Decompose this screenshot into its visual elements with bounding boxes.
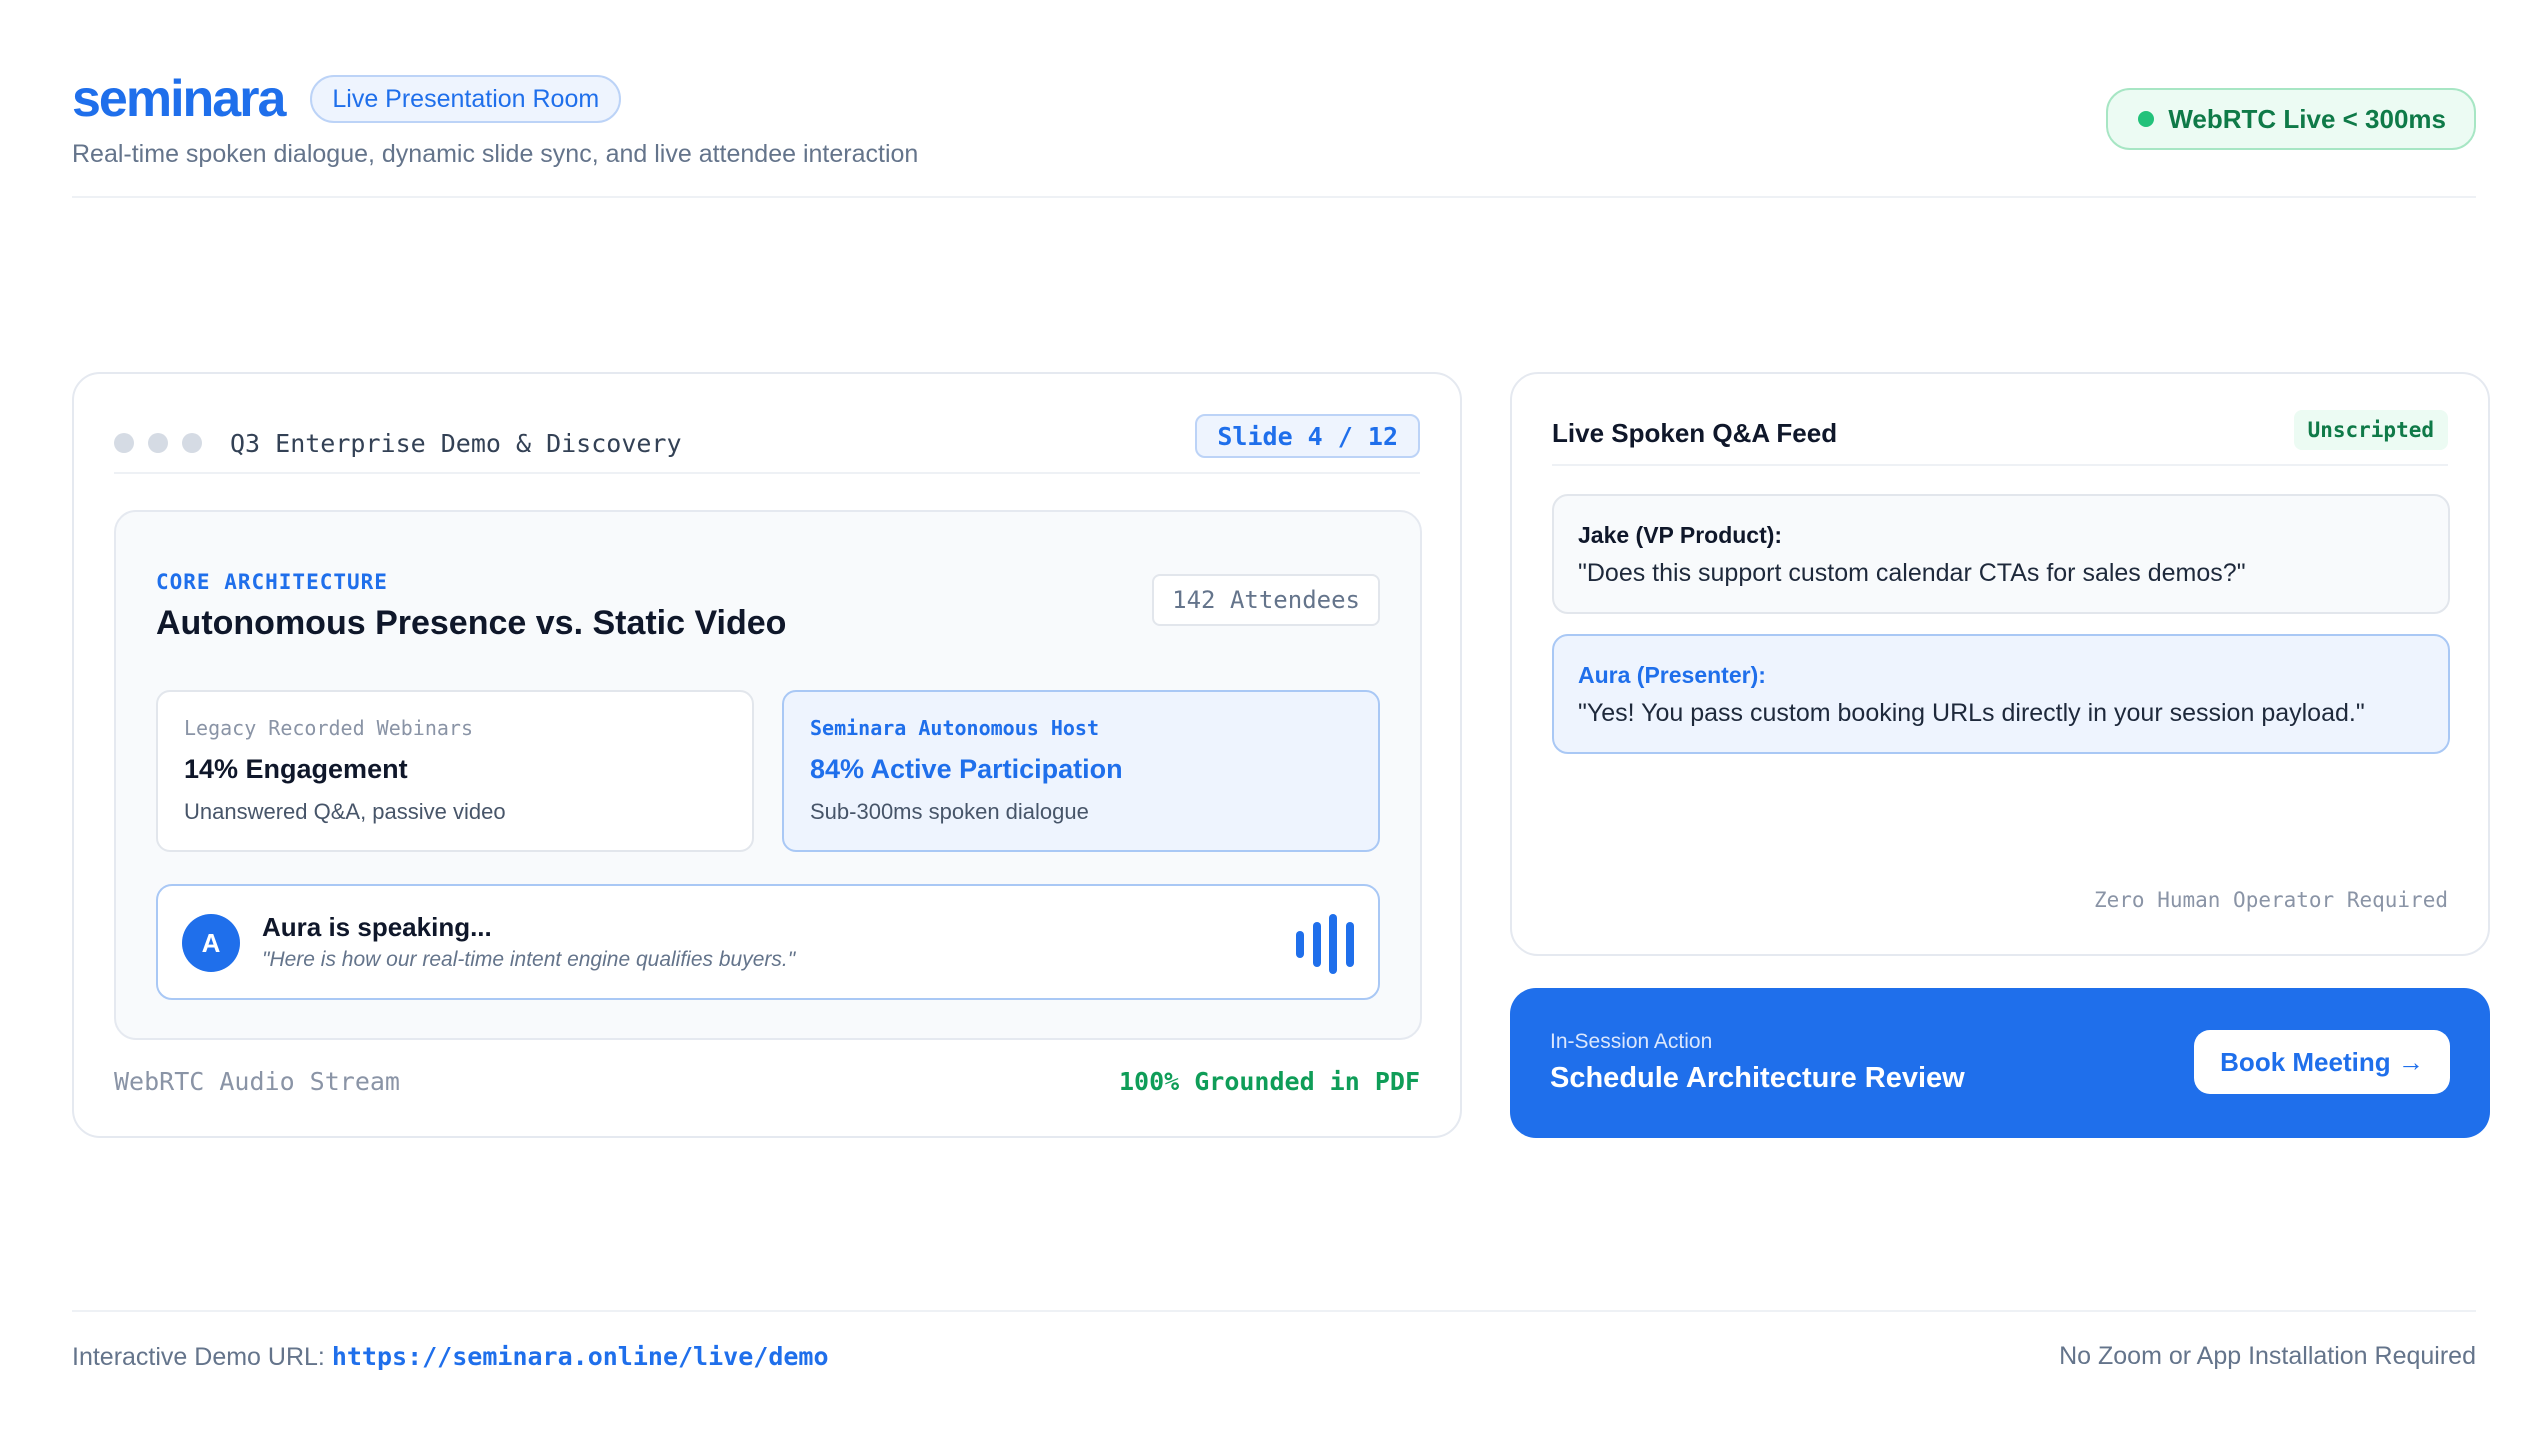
qa-message: Aura (Presenter): "Yes! You pass custom … [1552,634,2450,754]
no-install-note: No Zoom or App Installation Required [2059,1342,2476,1370]
seminara-logo[interactable]: seminara [72,72,286,126]
slide-eyebrow: CORE ARCHITECTURE [156,570,388,594]
presenter-avatar: A [182,914,240,972]
audio-stream-label: WebRTC Audio Stream [114,1067,400,1096]
qa-speaker-name: Jake (VP Product): [1578,522,1783,548]
qa-feed-title: Live Spoken Q&A Feed [1552,418,1838,448]
card-metric: 84% Active Participation [810,754,1123,784]
qa-message-text: "Does this support custom calendar CTAs … [1578,559,2246,587]
card-note: Sub-300ms spoken dialogue [810,799,1089,824]
action-title: Schedule Architecture Review [1550,1062,1965,1094]
attendee-count-badge: 142 Attendees [1152,574,1380,626]
action-kicker: In-Session Action [1550,1030,1713,1053]
waveform-bar [1312,921,1321,967]
slide-counter-badge: Slide 4 / 12 [1195,414,1420,458]
window-dot-icon [148,433,168,453]
card-label: Seminara Autonomous Host [810,716,1099,740]
grounded-status: 100% Grounded in PDF [1118,1067,1420,1096]
page-footer: Interactive Demo URL: https://seminara.o… [72,1310,2476,1390]
window-controls [114,433,202,453]
qa-speaker-name: Aura (Presenter): [1578,662,1766,688]
deck-title: Q3 Enterprise Demo & Discovery [230,428,682,458]
qa-feed-panel: Live Spoken Q&A Feed Unscripted Jake (VP… [1510,372,2490,956]
speaking-quote: "Here is how our real-time intent engine… [262,948,796,971]
waveform-bar [1296,930,1304,958]
webrtc-status-badge: WebRTC Live < 300ms [2106,88,2476,150]
room-label-badge: Live Presentation Room [310,75,622,123]
book-meeting-button[interactable]: Book Meeting → [2194,1030,2450,1094]
autonomous-host-card: Seminara Autonomous Host 84% Active Part… [782,690,1380,852]
demo-url-label: Interactive Demo URL: [72,1343,325,1371]
page-header: seminara Live Presentation Room Real-tim… [72,72,2476,198]
in-session-action-card: In-Session Action Schedule Architecture … [1510,988,2490,1138]
qa-feed-header: Live Spoken Q&A Feed Unscripted [1552,410,2448,466]
demo-url-link[interactable]: https://seminara.online/live/demo [332,1342,829,1371]
demo-url-row: Interactive Demo URL: https://seminara.o… [72,1342,829,1372]
unscripted-badge: Unscripted [2293,410,2448,450]
slide-canvas: CORE ARCHITECTURE Autonomous Presence vs… [114,510,1422,1040]
card-note: Unanswered Q&A, passive video [184,799,506,824]
window-dot-icon [114,433,134,453]
speaking-indicator: A Aura is speaking... "Here is how our r… [156,884,1380,1000]
live-status-dot-icon [2138,111,2155,127]
audio-waveform-icon [1296,914,1354,974]
qa-message-text: "Yes! You pass custom booking URLs direc… [1578,699,2365,727]
slide-heading: Autonomous Presence vs. Static Video [156,604,787,642]
slide-panel-toolbar: Q3 Enterprise Demo & Discovery Slide 4 /… [114,414,1420,474]
legacy-webinars-card: Legacy Recorded Webinars 14% Engagement … [156,690,754,852]
slide-presentation-panel: Q3 Enterprise Demo & Discovery Slide 4 /… [72,372,1462,1138]
waveform-bar [1329,914,1338,974]
waveform-bar [1345,921,1354,967]
window-dot-icon [182,433,202,453]
qa-message: Jake (VP Product): "Does this support cu… [1552,494,2450,614]
webrtc-status-label: WebRTC Live < 300ms [2168,103,2446,134]
qa-feed-footer: Zero Human Operator Required [2093,888,2448,912]
card-label: Legacy Recorded Webinars [184,716,473,740]
card-metric: 14% Engagement [184,754,408,784]
speaking-status: Aura is speaking... [262,912,492,942]
